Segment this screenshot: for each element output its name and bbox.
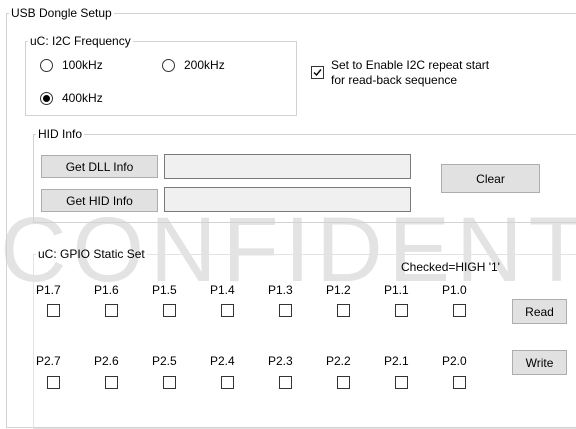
get-hid-info-button[interactable]: Get HID Info [41, 189, 158, 212]
gpio-p1-4-checkbox[interactable] [221, 304, 234, 317]
repeat-start-checkbox[interactable] [311, 66, 324, 79]
hid-info-field[interactable] [164, 187, 411, 212]
dll-info-field[interactable] [164, 154, 411, 179]
gpio-title: uC: GPIO Static Set [38, 247, 145, 261]
gpio-p1-0-checkbox[interactable] [453, 304, 466, 317]
gpio-checked-note: Checked=HIGH '1' [401, 260, 500, 274]
gpio-p1-5-label: P1.5 [152, 283, 177, 297]
radio-400khz-label: 400kHz [62, 91, 103, 105]
gpio-p2-3-checkbox[interactable] [279, 376, 292, 389]
gpio-p1-0-label: P1.0 [442, 283, 467, 297]
gpio-p2-5-checkbox[interactable] [163, 376, 176, 389]
gpio-p2-6-label: P2.6 [94, 354, 119, 368]
checkmark-icon [313, 69, 322, 77]
gpio-p1-7-label: P1.7 [36, 283, 61, 297]
radio-400khz[interactable] [40, 92, 53, 105]
gpio-p2-7-checkbox[interactable] [47, 376, 60, 389]
usb-dongle-setup-title: USB Dongle Setup [11, 6, 112, 20]
gpio-p2-4-checkbox[interactable] [221, 376, 234, 389]
gpio-p1-1-label: P1.1 [384, 283, 409, 297]
gpio-p1-2-label: P1.2 [326, 283, 351, 297]
gpio-p1-6-label: P1.6 [94, 283, 119, 297]
get-dll-info-button[interactable]: Get DLL Info [41, 155, 158, 178]
radio-200khz-label: 200kHz [184, 58, 225, 72]
gpio-p1-3-label: P1.3 [268, 283, 293, 297]
radio-200khz[interactable] [162, 59, 175, 72]
repeat-start-label-line1: Set to Enable I2C repeat start [331, 58, 490, 72]
gpio-p2-4-label: P2.4 [210, 354, 235, 368]
gpio-p2-0-checkbox[interactable] [453, 376, 466, 389]
gpio-p2-2-label: P2.2 [326, 354, 351, 368]
gpio-p2-1-checkbox[interactable] [395, 376, 408, 389]
gpio-p1-2-checkbox[interactable] [337, 304, 350, 317]
hid-info-title: HID Info [38, 127, 83, 141]
gpio-p2-7-label: P2.7 [36, 354, 61, 368]
clear-button[interactable]: Clear [441, 164, 540, 193]
gpio-p2-2-checkbox[interactable] [337, 376, 350, 389]
i2c-frequency-title: uC: I2C Frequency [30, 34, 131, 48]
gpio-p1-4-label: P1.4 [210, 283, 235, 297]
gpio-p1-1-checkbox[interactable] [395, 304, 408, 317]
gpio-p1-6-checkbox[interactable] [105, 304, 118, 317]
gpio-p2-1-label: P2.1 [384, 354, 409, 368]
read-button[interactable]: Read [512, 299, 567, 324]
gpio-p1-7-checkbox[interactable] [47, 304, 60, 317]
gpio-p2-3-label: P2.3 [268, 354, 293, 368]
gpio-p1-5-checkbox[interactable] [163, 304, 176, 317]
write-button[interactable]: Write [512, 350, 567, 375]
gpio-p2-6-checkbox[interactable] [105, 376, 118, 389]
gpio-static-set-group: uC: GPIO Static Set [33, 247, 576, 429]
gpio-p2-0-label: P2.0 [442, 354, 467, 368]
gpio-p1-3-checkbox[interactable] [279, 304, 292, 317]
gpio-p2-5-label: P2.5 [152, 354, 177, 368]
radio-100khz[interactable] [40, 59, 53, 72]
repeat-start-label-line2: for read-back sequence [331, 73, 458, 87]
radio-100khz-label: 100kHz [62, 58, 103, 72]
